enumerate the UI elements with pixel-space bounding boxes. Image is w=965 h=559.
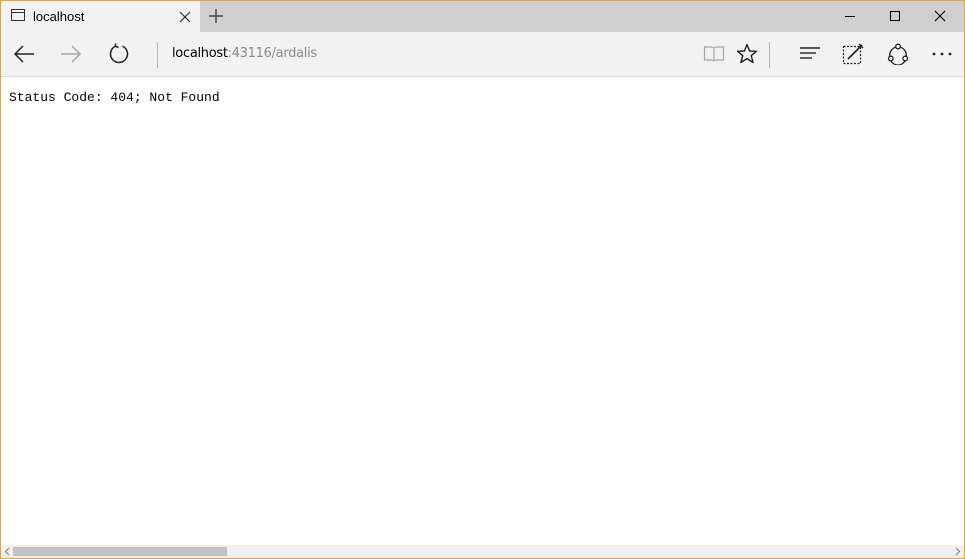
tab-title: localhost: [33, 9, 85, 24]
star-icon: [736, 43, 758, 64]
pen-note-icon: [842, 43, 864, 65]
web-note-button[interactable]: [831, 32, 875, 76]
address-separator: [157, 42, 158, 68]
close-icon: [934, 10, 946, 22]
tab-page-icon: [11, 9, 25, 21]
arrow-left-icon: [13, 45, 34, 63]
scrollbar-thumb[interactable]: [13, 547, 227, 556]
arrow-right-icon: [61, 45, 82, 63]
minimize-button[interactable]: [827, 0, 873, 32]
close-tab-icon[interactable]: [178, 10, 192, 24]
maximize-icon: [890, 11, 900, 21]
title-bar: localhost: [0, 0, 965, 32]
book-icon: [703, 46, 725, 62]
favorites-button[interactable]: [725, 32, 769, 76]
back-button[interactable]: [2, 32, 46, 76]
forward-button[interactable]: [49, 32, 93, 76]
address-bar[interactable]: localhost:43116/ardalis: [172, 46, 317, 61]
ellipsis-icon: [932, 52, 952, 56]
new-tab-plus-icon[interactable]: [208, 8, 224, 24]
refresh-button[interactable]: [97, 32, 141, 76]
status-message: Status Code: 404; Not Found: [9, 90, 220, 105]
hub-icon: [800, 47, 820, 59]
more-button[interactable]: [920, 32, 964, 76]
refresh-icon: [109, 43, 129, 64]
page-content: Status Code: 404; Not Found: [0, 77, 965, 545]
browser-tab[interactable]: localhost: [1, 1, 200, 32]
share-icon: [887, 43, 909, 65]
address-path: :43116/ardalis: [227, 46, 318, 61]
close-window-button[interactable]: [917, 0, 963, 32]
toolbar-separator: [769, 42, 770, 68]
navigation-bar: localhost:43116/ardalis: [0, 32, 965, 77]
share-button[interactable]: [876, 32, 920, 76]
address-host: localhost: [172, 46, 228, 61]
scroll-left-arrow-icon[interactable]: [3, 547, 12, 556]
horizontal-scrollbar[interactable]: [1, 545, 964, 558]
scroll-right-arrow-icon[interactable]: [953, 547, 962, 556]
hub-button[interactable]: [788, 32, 832, 76]
maximize-button[interactable]: [872, 0, 918, 32]
minimize-icon: [845, 16, 855, 17]
